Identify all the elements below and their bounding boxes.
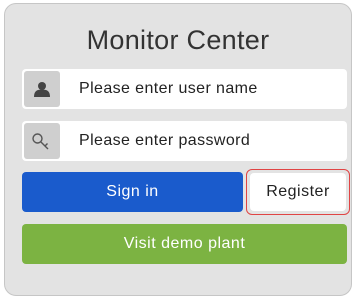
sign-in-button[interactable]: Sign in [22,172,243,212]
user-icon [24,71,60,107]
page-title: Monitor Center [86,25,270,55]
visit-demo-plant-button[interactable]: Visit demo plant [22,224,347,264]
register-button[interactable]: Register [250,173,346,211]
username-input[interactable] [77,79,341,99]
login-card: Monitor Center Sign in Register Visit de… [4,3,352,296]
register-highlight: Register [246,169,350,215]
password-input[interactable] [77,131,341,151]
password-field[interactable] [22,121,347,161]
key-icon [24,123,60,159]
username-field[interactable] [22,69,347,109]
